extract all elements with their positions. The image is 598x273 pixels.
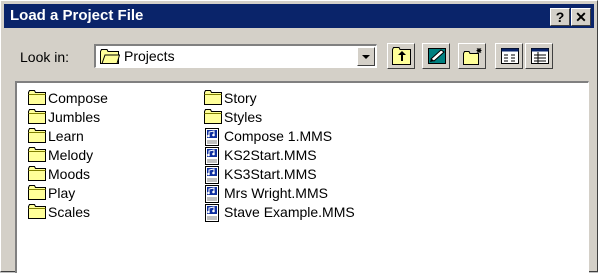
- folder-icon: [28, 109, 46, 127]
- chevron-down-icon: [362, 55, 370, 59]
- file-name-label: Moods: [48, 166, 91, 182]
- dropdown-arrow-button[interactable]: [357, 47, 375, 66]
- music-file-icon: [204, 147, 220, 168]
- folder-icon: [204, 90, 222, 108]
- file-name-label: Mrs Wright.MMS: [224, 185, 328, 201]
- folder-icon: [204, 109, 222, 127]
- details-view-button[interactable]: [525, 43, 553, 69]
- file-name-label: Compose 1.MMS: [224, 128, 333, 144]
- file-name-label: Learn: [48, 128, 84, 144]
- dialog-title: Load a Project File: [10, 7, 144, 24]
- folder-up-icon: [392, 47, 411, 65]
- title-bar[interactable]: Load a Project File ? ✕: [4, 4, 594, 28]
- desktop-button[interactable]: [422, 43, 450, 69]
- file-name-label: Jumbles: [48, 109, 101, 125]
- file-name-label: KS2Start.MMS: [224, 147, 317, 163]
- list-view-icon: [501, 48, 519, 64]
- file-name-label: Compose: [48, 90, 108, 106]
- file-name-label: Stave Example.MMS: [224, 204, 355, 220]
- new-folder-icon: [463, 48, 482, 65]
- music-file-icon: [204, 128, 220, 149]
- file-name-label: KS3Start.MMS: [224, 166, 317, 182]
- help-button[interactable]: ?: [550, 8, 570, 26]
- folder-icon: [100, 49, 120, 64]
- folder-icon: [28, 166, 46, 184]
- file-name-label: Story: [224, 90, 257, 106]
- details-view-icon: [531, 48, 549, 64]
- look-in-value: Projects: [124, 48, 175, 64]
- create-new-folder-button[interactable]: [458, 43, 486, 69]
- desktop-icon: [428, 48, 446, 64]
- folder-icon: [28, 185, 46, 203]
- look-in-label: Look in:: [20, 49, 70, 65]
- music-file-icon: [204, 185, 220, 206]
- file-name-label: Play: [48, 185, 76, 201]
- file-list[interactable]: Compose Jumbles Learn Melody Moods Play Scales…: [15, 81, 589, 273]
- music-file-icon: [204, 204, 220, 225]
- close-button[interactable]: ✕: [571, 8, 591, 26]
- folder-icon: [28, 147, 46, 165]
- load-project-dialog: Load a Project File ? ✕ Look in: Project…: [0, 0, 598, 273]
- folder-icon: [28, 204, 46, 222]
- up-one-level-button[interactable]: [387, 43, 415, 69]
- file-name-label: Styles: [224, 109, 263, 125]
- music-file-icon: [204, 166, 220, 187]
- file-name-label: Scales: [48, 204, 91, 220]
- look-in-dropdown[interactable]: Projects: [94, 44, 377, 68]
- folder-icon: [28, 128, 46, 146]
- file-name-label: Melody: [48, 147, 94, 163]
- folder-icon: [28, 90, 46, 108]
- list-view-button[interactable]: [495, 43, 523, 69]
